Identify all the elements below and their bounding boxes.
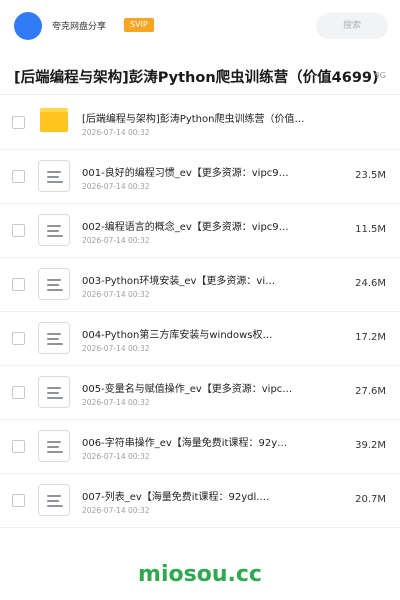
file-name: 003-Python环境安装_ev【更多资源：vi… (82, 276, 276, 287)
document-icon (38, 430, 70, 462)
file-date: 2026-07-14 00:32 (82, 506, 150, 515)
file-name: 001-良好的编程习惯_ev【更多资源：vipc9… (82, 168, 289, 179)
document-icon (38, 322, 70, 354)
list-item[interactable]: 002-编程语言的概念_ev【更多资源：vipc9… 2026-07-14 00:… (0, 204, 400, 258)
document-icon (38, 376, 70, 408)
file-name: [后端编程与架构]彭涛Python爬虫训练营（价值… (82, 114, 305, 125)
header: 夸克网盘分享 SVIP 搜索 (0, 0, 400, 52)
file-size: 20.7M (355, 494, 386, 505)
file-name: 007-列表_ev【海量免费it课程：92ydl.… (82, 492, 270, 503)
file-size: 27.6M (355, 386, 386, 397)
avatar[interactable] (14, 12, 42, 40)
file-name: 006-字符串操作_ev【海量免费it课程：92y… (82, 438, 288, 449)
folder-total-size: 9G (374, 71, 386, 80)
list-item[interactable]: [后端编程与架构]彭涛Python爬虫训练营（价值… 2026-07-14 00:… (0, 96, 400, 150)
folder-title-bar: [后端编程与架构]彭涛Python爬虫训练营（价值4699) 9G (0, 62, 400, 92)
search-button[interactable]: 搜索 (316, 13, 388, 39)
file-date: 2026-07-14 00:32 (82, 290, 150, 299)
svip-badge: SVIP (124, 18, 154, 32)
select-checkbox[interactable] (12, 494, 25, 507)
list-item[interactable]: 003-Python环境安装_ev【更多资源：vi… 2026-07-14 00:… (0, 258, 400, 312)
watermark: miosou.cc (138, 562, 262, 587)
file-size: 11.5M (355, 224, 386, 235)
list-item[interactable]: 007-列表_ev【海量免费it课程：92ydl.… 2026-07-14 00:… (0, 474, 400, 528)
file-size: 23.5M (355, 170, 386, 181)
document-icon (38, 268, 70, 300)
file-name: 005-变量名与赋值操作_ev【更多资源：vipc… (82, 384, 293, 395)
file-date: 2026-07-14 00:32 (82, 398, 150, 407)
list-item[interactable]: 004-Python第三方库安装与windows权… 2026-07-14 00:… (0, 312, 400, 366)
select-checkbox[interactable] (12, 170, 25, 183)
file-date: 2026-07-14 00:32 (82, 236, 150, 245)
document-icon (38, 214, 70, 246)
document-icon (38, 484, 70, 516)
file-date: 2026-07-14 00:32 (82, 452, 150, 461)
select-checkbox[interactable] (12, 224, 25, 237)
file-date: 2026-07-14 00:32 (82, 182, 150, 191)
list-item[interactable]: 006-字符串操作_ev【海量免费it课程：92y… 2026-07-14 00:… (0, 420, 400, 474)
file-date: 2026-07-14 00:32 (82, 128, 150, 137)
file-date: 2026-07-14 00:32 (82, 344, 150, 353)
list-item[interactable]: 001-良好的编程习惯_ev【更多资源：vipc9… 2026-07-14 00:… (0, 150, 400, 204)
list-item[interactable]: 005-变量名与赋值操作_ev【更多资源：vipc… 2026-07-14 00:… (0, 366, 400, 420)
app-name: 夸克网盘分享 (52, 22, 107, 32)
select-checkbox[interactable] (12, 332, 25, 345)
page-title: [后端编程与架构]彭涛Python爬虫训练营（价值4699) (14, 70, 378, 86)
select-checkbox[interactable] (12, 386, 25, 399)
folder-icon (40, 108, 68, 132)
file-list: [后端编程与架构]彭涛Python爬虫训练营（价值… 2026-07-14 00:… (0, 96, 400, 528)
select-checkbox[interactable] (12, 278, 25, 291)
file-size: 17.2M (355, 332, 386, 343)
select-checkbox[interactable] (12, 440, 25, 453)
select-checkbox[interactable] (12, 116, 25, 129)
file-name: 002-编程语言的概念_ev【更多资源：vipc9… (82, 222, 289, 233)
file-size: 39.2M (355, 440, 386, 451)
divider (0, 94, 400, 95)
document-icon (38, 160, 70, 192)
file-name: 004-Python第三方库安装与windows权… (82, 330, 273, 341)
file-size: 24.6M (355, 278, 386, 289)
